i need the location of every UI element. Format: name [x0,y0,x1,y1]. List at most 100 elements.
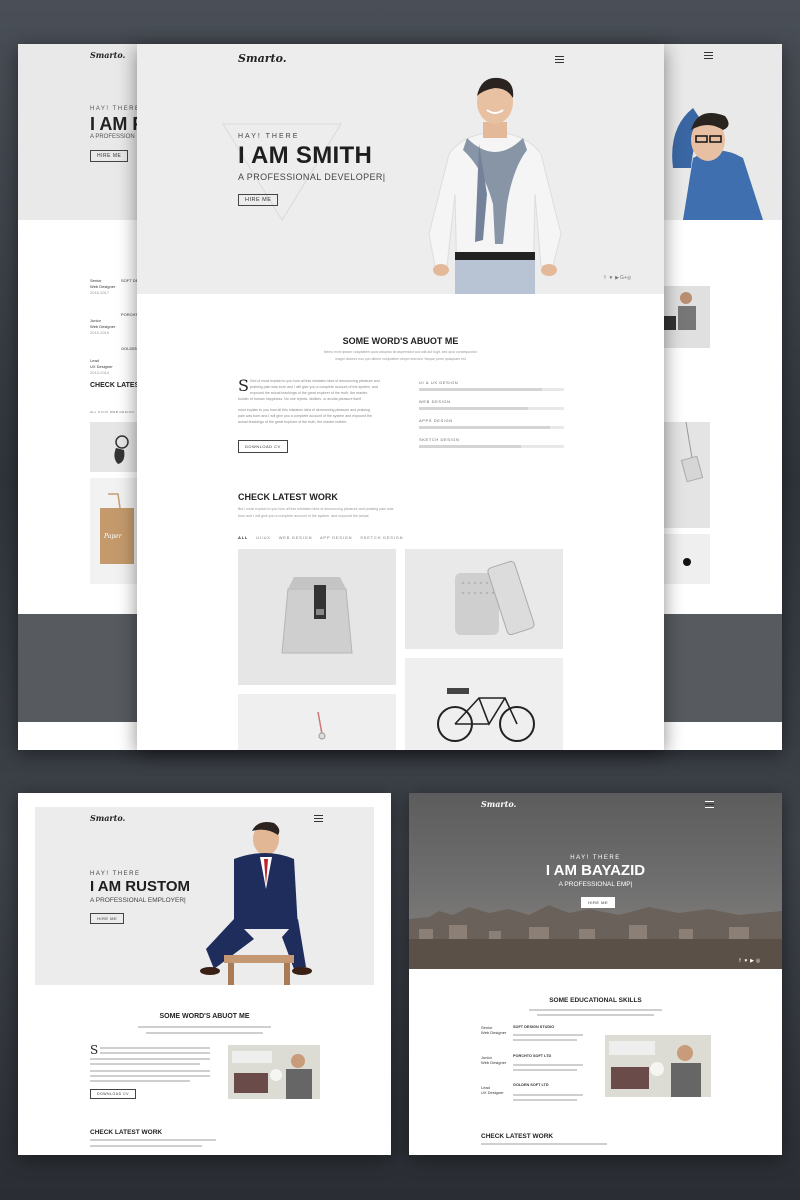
company-desc-line [513,1069,577,1071]
bayazid-hire-button[interactable]: HIRE ME [581,897,616,908]
rustom-name: I AM RUSTOM [90,878,190,895]
rustom-text-line [90,1058,210,1060]
timeline-company: GOLDEN SOFT LTD [513,1083,549,1087]
rustom-text-line [100,1047,210,1049]
skill-label: SKETCH DESIGN [419,437,460,442]
download-cv-button[interactable]: DOWNLOAD CV [238,440,288,453]
hero-hire-button[interactable]: HIRE ME [238,194,279,206]
bayazid-menu-icon[interactable] [705,801,714,808]
rustom-man-photo [194,819,324,985]
bayazid-greeting: HAY! THERE [570,855,621,861]
rustom-dropcap: S [90,1043,99,1057]
instagram-icon[interactable]: ◎ [755,958,761,964]
hero-man-photo [423,74,567,294]
back-bag-photo: Paper [90,478,138,584]
bayazid-skills-title: SOME EDUCATIONAL SKILLS [549,997,642,1004]
filter-uiux[interactable]: UI/UX [256,535,271,540]
bayazid-role: A PROFESSIONAL EMP| [558,881,633,888]
bayazid-skills-subline [529,1009,662,1011]
rustom-workspace-photo [228,1045,320,1099]
main-sheet: Smarto. HAY! THERE I AM SMITH A PROFESSI… [137,44,664,750]
timeline-role: Lead UX Designer [481,1085,504,1095]
main-logo[interactable]: Smarto. [238,52,287,65]
bayazid-work-title: CHECK LATEST WORK [481,1133,554,1140]
bayazid-workspace-photo [605,1035,711,1097]
rustom-text-line [90,1063,200,1065]
skill-label: WEB DESIGN [419,399,451,404]
timeline-company: SOFT DESIGN STUDIO [513,1025,555,1029]
skill-bar [419,407,564,410]
about-paragraph: Sed ut must explain to you how all this … [238,378,398,425]
bayazid-name: I AM BAYAZID [545,862,646,879]
bayazid-logo[interactable]: Smarto. [481,799,516,809]
portfolio-bicycle-photo[interactable] [405,658,563,750]
skill-bar [419,445,564,448]
filter-all[interactable]: ALL [238,535,248,540]
bayazid-timeline: Senior Web Designer Junior Web Designer Le… [481,1025,506,1095]
rustom-work-title: CHECK LATEST WORK [90,1129,163,1136]
back-role: A PROFESSION [90,134,135,140]
company-desc-line [513,1034,583,1036]
rustom-about-subline [138,1026,271,1028]
about-title: SOME WORD'S ABUOT ME [342,336,459,346]
main-menu-icon[interactable] [555,56,564,63]
skill-label: UI & UX DESIGN [419,380,459,385]
timeline-company: PORCHTO SOFT LTD [513,1054,552,1058]
rustom-logo[interactable]: Smarto. [90,813,125,823]
back-keychain-photo [90,422,138,472]
rustom-work-subline [90,1145,202,1147]
hero-role: A PROFESSIONAL DEVELOPER| [238,172,386,182]
timeline-role: Senior Web Designer [481,1025,507,1035]
back-greeting: HAY! THERE [90,106,141,112]
skill-bar [419,388,564,391]
back-name: I AM F [90,114,144,134]
rustom-about-title: SOME WORD'S ABUOT ME [159,1013,250,1020]
bayazid-work-subline [481,1143,607,1145]
back-work-title: CHECK LATEST [90,382,144,389]
back-workspace-photo [664,286,710,348]
back-filters[interactable]: ALL UI/UX WEB DESIGN [90,410,134,414]
svg-text:Paper: Paper [103,533,123,540]
back-hire-button[interactable]: HIRE ME [90,150,129,162]
bayazid-sheet: Smarto. HAY! THERE I AM BAYAZID A PROFES… [409,793,782,1155]
rustom-hire-button[interactable]: HIRE ME [90,913,125,924]
portfolio-bag-photo[interactable] [238,549,396,685]
company-desc-line [513,1094,583,1096]
filter-web-design[interactable]: WEB DESIGN [279,535,313,540]
rustom-about-subline [146,1032,263,1034]
rustom-sheet: Smarto. HAY! THERE I AM RUSTOM A PROFESS… [18,793,391,1155]
company-desc-line [513,1099,577,1101]
hero-name: I AM SMITH [238,142,373,169]
portfolio-speaker-photo[interactable] [405,549,563,649]
hero-greeting: HAY! THERE [238,133,300,140]
rustom-text-line [100,1052,210,1054]
back-logo[interactable]: Smarto. [90,50,125,60]
rustom-text-line [90,1080,190,1082]
back-tag-photo [664,422,710,528]
filter-sketch-design[interactable]: SKETCH DESIGN [360,535,403,540]
bayazid-social-links: f ♥ ▶ ◎ [737,949,761,967]
bayazid-skills-subline [537,1014,654,1016]
about-subtitle-1: Nemo enim ipsam voluptatem quia voluptas… [323,350,478,354]
rustom-download-button[interactable]: DOWNLOAD CV [90,1089,136,1099]
back-man-photo [663,88,773,220]
skill-bar [419,426,564,429]
back-item-photo [664,534,710,584]
filter-app-design[interactable]: APP DESIGN [320,535,352,540]
rustom-greeting: HAY! THERE [90,871,141,877]
work-title: CHECK LATEST WORK [238,492,338,502]
company-desc-line [513,1064,583,1066]
about-subtitle-2: magni dolores eos qui ratione voluptatem… [335,357,466,361]
back-menu-icon[interactable] [704,52,713,59]
timeline-role: Junior Web Designer [481,1055,507,1065]
skill-label: APPS DESIGN [419,418,453,423]
instagram-icon[interactable]: ◎ [626,275,632,281]
hero-social-links: f ♥ ▶G+◎ [602,266,632,284]
portfolio-tag-photo[interactable] [238,694,396,750]
rustom-text-line [90,1075,210,1077]
rustom-role: A PROFESSIONAL EMPLOYER| [90,897,186,904]
rustom-work-subline [90,1139,216,1141]
company-desc-line [513,1039,577,1041]
work-filters: ALL UI/UX WEB DESIGN APP DESIGN SKETCH D… [238,535,403,540]
about-line: actual teachings of the great explorer o… [238,420,348,424]
